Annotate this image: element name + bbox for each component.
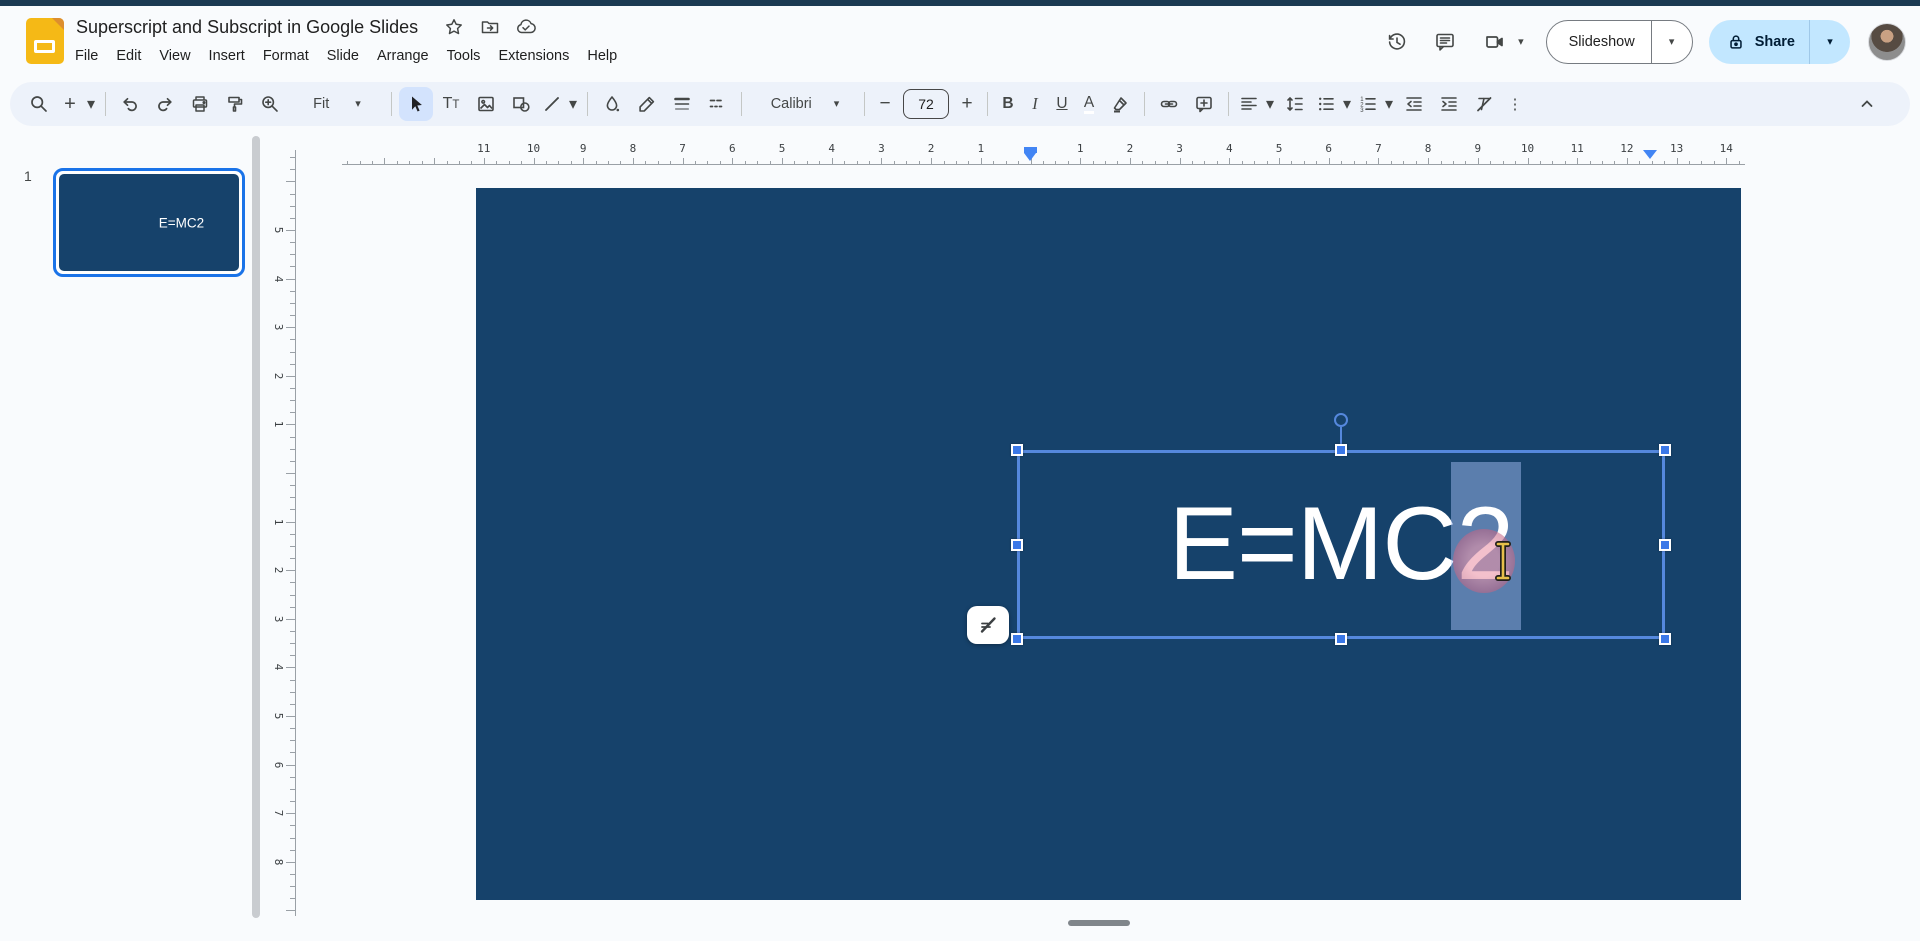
slide-thumbnail-canvas: E=MC2 [59, 174, 239, 271]
ruler-right-indent-marker[interactable] [1643, 150, 1657, 159]
slide-number: 1 [24, 168, 32, 184]
resize-handle-w[interactable] [1011, 539, 1023, 551]
align-button[interactable] [1236, 87, 1262, 121]
font-family-select[interactable]: Calibri▾ [749, 87, 857, 121]
resize-handle-n[interactable] [1335, 444, 1347, 456]
menu-view[interactable]: View [150, 45, 199, 67]
insert-image-tool[interactable] [469, 87, 503, 121]
comments-icon[interactable] [1425, 22, 1465, 62]
slide-thumbnail-text: E=MC2 [159, 215, 204, 230]
svg-text:3: 3 [1360, 108, 1364, 114]
highlight-color-button[interactable] [1103, 87, 1137, 121]
add-comment-button[interactable] [1187, 87, 1221, 121]
resize-handle-nw[interactable] [1011, 444, 1023, 456]
increase-indent-button[interactable] [1432, 87, 1466, 121]
account-avatar[interactable] [1868, 23, 1906, 61]
share-dropdown[interactable]: ▾ [1810, 37, 1850, 48]
slide-textbox[interactable]: E=MC2 [1017, 450, 1665, 639]
share-button-group: Share ▾ [1709, 20, 1850, 64]
resize-handle-e[interactable] [1659, 539, 1671, 551]
undo-button[interactable] [113, 87, 147, 121]
menu-format[interactable]: Format [254, 45, 318, 67]
camera-dropdown-icon[interactable]: ▾ [1518, 37, 1524, 48]
italic-button[interactable]: I [1022, 87, 1048, 121]
line-dropdown[interactable]: ▾ [566, 87, 580, 121]
border-weight-tool[interactable] [665, 87, 699, 121]
clear-formatting-button[interactable] [1467, 87, 1501, 121]
cloud-saved-icon[interactable] [512, 13, 540, 41]
menu-insert[interactable]: Insert [200, 45, 254, 67]
more-options-button[interactable]: ⋮ [1502, 87, 1528, 121]
insert-shape-tool[interactable] [504, 87, 538, 121]
menu-tools[interactable]: Tools [438, 45, 490, 67]
paint-format-icon[interactable] [218, 87, 252, 121]
slideshow-button-group: Slideshow ▾ [1546, 20, 1693, 64]
ruler-indent-marker[interactable] [1024, 147, 1037, 161]
menu-help[interactable]: Help [578, 45, 626, 67]
menu-edit[interactable]: Edit [107, 45, 150, 67]
move-folder-icon[interactable] [476, 13, 504, 41]
numbered-list-dropdown[interactable]: ▾ [1382, 87, 1396, 121]
select-tool[interactable] [399, 87, 433, 121]
version-history-icon[interactable] [1377, 22, 1417, 62]
search-menus-icon[interactable] [22, 87, 56, 121]
notes-drag-handle[interactable] [1068, 920, 1130, 926]
bulleted-list-button[interactable] [1313, 87, 1339, 121]
vertical-ruler: 5432112345678 [262, 150, 306, 920]
new-slide-button[interactable]: + [57, 87, 83, 121]
border-color-tool[interactable] [630, 87, 664, 121]
share-button[interactable]: Share [1745, 34, 1809, 50]
print-button[interactable] [183, 87, 217, 121]
resize-handle-se[interactable] [1659, 633, 1671, 645]
insert-link-button[interactable] [1152, 87, 1186, 121]
text-box-tool[interactable]: TT [434, 87, 468, 121]
resize-handle-ne[interactable] [1659, 444, 1671, 456]
document-title[interactable]: Superscript and Subscript in Google Slid… [76, 17, 418, 38]
menu-slide[interactable]: Slide [318, 45, 368, 67]
resize-handle-s[interactable] [1335, 633, 1347, 645]
decrease-font-size-button[interactable]: − [872, 87, 898, 121]
font-size-input[interactable]: 72 [903, 89, 949, 119]
slideshow-button[interactable]: Slideshow [1547, 34, 1651, 50]
menubar: FileEditViewInsertFormatSlideArrangeTool… [66, 42, 626, 70]
star-icon[interactable] [440, 13, 468, 41]
align-dropdown[interactable]: ▾ [1263, 87, 1277, 121]
bulleted-list-dropdown[interactable]: ▾ [1340, 87, 1354, 121]
zoom-icon[interactable] [253, 87, 287, 121]
pen-annotation-button[interactable] [967, 606, 1009, 644]
slide-thumbnail[interactable]: E=MC2 [53, 168, 245, 277]
bold-button[interactable]: B [995, 87, 1021, 121]
rotation-handle[interactable] [1334, 413, 1348, 427]
underline-button[interactable]: U [1049, 87, 1075, 121]
redo-button[interactable] [148, 87, 182, 121]
meet-camera-icon[interactable] [1475, 22, 1515, 62]
header: Superscript and Subscript in Google Slid… [0, 6, 1920, 72]
decrease-indent-button[interactable] [1397, 87, 1431, 121]
hide-menus-button[interactable] [1850, 87, 1884, 121]
menu-extensions[interactable]: Extensions [489, 45, 578, 67]
insert-line-tool[interactable] [539, 87, 565, 121]
text-color-button[interactable]: A [1076, 87, 1102, 121]
lock-icon [1709, 33, 1745, 51]
text-cursor [1494, 541, 1512, 581]
filmstrip-scrollbar[interactable] [252, 136, 260, 918]
fill-color-tool[interactable] [595, 87, 629, 121]
menu-arrange[interactable]: Arrange [368, 45, 438, 67]
new-slide-dropdown[interactable]: ▾ [84, 87, 98, 121]
increase-font-size-button[interactable]: + [954, 87, 980, 121]
slideshow-dropdown[interactable]: ▾ [1652, 37, 1692, 48]
logo-page-glyph [34, 40, 55, 53]
numbered-list-button[interactable]: 123 [1355, 87, 1381, 121]
line-spacing-button[interactable] [1278, 87, 1312, 121]
resize-handle-sw[interactable] [1011, 633, 1023, 645]
menu-file[interactable]: File [66, 45, 107, 67]
logo-fold [52, 18, 64, 30]
slides-logo-icon[interactable] [26, 18, 64, 64]
border-dash-tool[interactable] [700, 87, 734, 121]
slide-text-before: E=MC [1169, 486, 1457, 602]
toolbar: + ▾ Fit▾ TT ▾ [10, 82, 1910, 126]
zoom-fit-select[interactable]: Fit▾ [288, 87, 384, 121]
